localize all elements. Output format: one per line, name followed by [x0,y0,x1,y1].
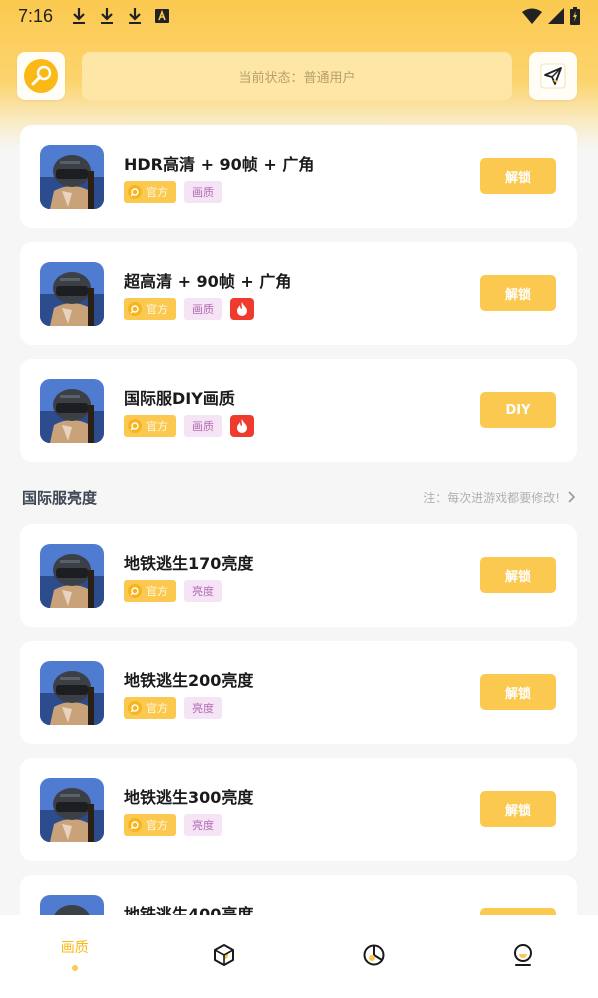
official-badge: 官方 [124,415,176,437]
official-icon [128,818,142,832]
wrench-logo-icon [24,59,58,93]
header: 当前状态：普通用户 [0,52,598,102]
send-icon [540,63,566,89]
game-thumbnail [40,778,104,842]
list-item[interactable]: 国际服DIY画质 官方 画质 DIY [20,359,577,462]
official-icon [128,419,142,433]
status-time: 7:16 [18,5,54,26]
game-thumbnail [40,661,104,725]
unlock-button[interactable]: 解锁 [480,158,556,194]
app-notification-icon [155,9,170,23]
download-icon [99,7,115,25]
app-logo-button[interactable] [17,52,65,100]
official-badge: 官方 [124,697,176,719]
tag-row: 官方 亮度 [124,814,222,836]
list-item[interactable]: 地铁逃生300亮度 官方 亮度 解锁 [20,758,577,861]
section-note-text: 注：每次进游戏都要修改! [423,490,560,505]
item-title: 地铁逃生170亮度 [124,554,254,573]
category-tag: 亮度 [184,580,222,602]
active-indicator [71,965,78,971]
category-tag: 画质 [184,181,222,203]
tag-row: 官方 画质 [124,298,254,320]
section-note[interactable]: 注：每次进游戏都要修改! [423,489,576,506]
official-badge: 官方 [124,181,176,203]
wifi-icon [522,8,542,24]
status-bar: 7:16 [0,0,598,32]
diy-button[interactable]: DIY [480,392,556,428]
tag-row: 官方 画质 [124,415,254,437]
item-title: 地铁逃生200亮度 [124,671,254,690]
official-label: 官方 [146,420,168,433]
pie-chart-icon [363,944,385,966]
fire-icon [230,415,254,437]
share-button[interactable] [529,52,577,100]
tag-row: 官方 亮度 [124,580,222,602]
profile-icon [514,944,533,966]
status-indicators [522,7,580,25]
list-item[interactable]: 地铁逃生400亮度 官方 亮度 解锁 [20,875,577,915]
list-item[interactable]: 地铁逃生170亮度 官方 亮度 解锁 [20,524,577,627]
game-thumbnail [40,145,104,209]
category-tag: 画质 [184,298,222,320]
official-label: 官方 [146,819,168,832]
download-icon [127,7,143,25]
item-title: 国际服DIY画质 [124,389,235,408]
category-tag: 亮度 [184,814,222,836]
user-status-bar[interactable]: 当前状态：普通用户 [82,52,512,100]
signal-icon [548,8,564,24]
official-icon [128,584,142,598]
category-tag: 画质 [184,415,222,437]
unlock-button[interactable]: 解锁 [480,791,556,827]
game-thumbnail [40,262,104,326]
game-thumbnail [40,895,104,915]
category-tag: 亮度 [184,697,222,719]
official-badge: 官方 [124,298,176,320]
official-badge: 官方 [124,814,176,836]
user-status-text: 当前状态：普通用户 [238,70,356,86]
battery-icon [570,7,580,25]
tab-quality[interactable]: 画质 [0,915,150,998]
unlock-button[interactable]: 解锁 [480,557,556,593]
unlock-button[interactable]: 解锁 [480,674,556,710]
tab-stats[interactable] [299,915,449,998]
tab-cube[interactable] [150,915,300,998]
unlock-button[interactable]: 解锁 [480,908,556,915]
download-icon [71,7,87,25]
item-title: HDR高清 + 90帧 + 广角 [124,155,315,174]
chevron-right-icon [568,491,576,503]
tab-profile[interactable] [449,915,598,998]
section-title: 国际服亮度 [22,488,98,507]
official-label: 官方 [146,585,168,598]
bottom-nav: 画质 [0,915,598,998]
list-item[interactable]: 超高清 + 90帧 + 广角 官方 画质 解锁 [20,242,577,345]
official-badge: 官方 [124,580,176,602]
fire-icon [230,298,254,320]
official-label: 官方 [146,186,168,199]
content-list[interactable]: HDR高清 + 90帧 + 广角 官方 画质 解锁 超高清 + 90帧 + 广角… [0,125,598,915]
tab-quality-label: 画质 [60,940,89,956]
list-item[interactable]: HDR高清 + 90帧 + 广角 官方 画质 解锁 [20,125,577,228]
official-label: 官方 [146,303,168,316]
game-thumbnail [40,544,104,608]
official-icon [128,185,142,199]
item-title: 超高清 + 90帧 + 广角 [124,272,292,291]
list-item[interactable]: 地铁逃生200亮度 官方 亮度 解锁 [20,641,577,744]
tag-row: 官方 亮度 [124,697,222,719]
official-label: 官方 [146,702,168,715]
official-icon [128,701,142,715]
tag-row: 官方 画质 [124,181,222,203]
game-thumbnail [40,379,104,443]
item-title: 地铁逃生400亮度 [124,905,254,915]
section-header: 国际服亮度 注：每次进游戏都要修改! [22,485,576,509]
official-icon [128,302,142,316]
item-title: 地铁逃生300亮度 [124,788,254,807]
cube-icon [214,944,235,966]
unlock-button[interactable]: 解锁 [480,275,556,311]
